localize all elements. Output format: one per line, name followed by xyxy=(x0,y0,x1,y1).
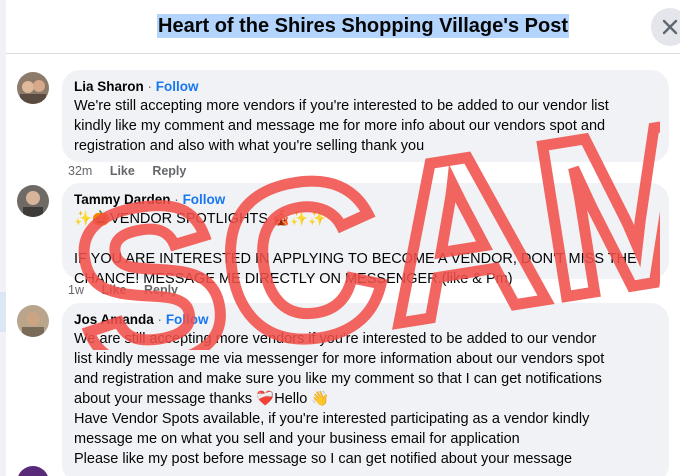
separator-dot: · xyxy=(147,79,153,94)
dialog-title: Heart of the Shires Shopping Village's P… xyxy=(157,14,570,38)
comment-author[interactable]: Jos Amanda xyxy=(74,312,154,327)
follow-link[interactable]: Follow xyxy=(166,312,209,327)
post-dialog-header: Heart of the Shires Shopping Village's P… xyxy=(6,0,680,54)
like-button[interactable]: Like xyxy=(101,283,126,297)
close-icon xyxy=(662,19,678,35)
avatar[interactable] xyxy=(17,185,49,217)
comment-text: ✨🎃VENDOR SPOTLIGHTS 🎪✨✨ IF YOU ARE INTER… xyxy=(74,211,637,287)
comment-text: We're still accepting more vendors if yo… xyxy=(74,98,609,154)
comment-text: We are still accepting more vendors if y… xyxy=(74,331,605,467)
comment-timestamp[interactable]: 32m xyxy=(68,164,92,178)
background-strip xyxy=(0,0,6,476)
reply-button[interactable]: Reply xyxy=(144,283,178,297)
separator-dot: · xyxy=(174,192,179,207)
avatar[interactable] xyxy=(17,305,49,337)
comment-bubble: Tammy Darden · Follow ✨🎃VENDOR SPOTLIGHT… xyxy=(62,183,669,287)
comment-actions: 1w Like Reply xyxy=(68,283,192,297)
comment-bubble: Lia Sharon · Follow We're still acceptin… xyxy=(62,70,669,162)
reply-button[interactable]: Reply xyxy=(152,164,186,178)
avatar[interactable] xyxy=(17,72,49,104)
comment-author[interactable]: Tammy Darden xyxy=(74,192,171,207)
separator-dot: · xyxy=(157,312,163,327)
comment-timestamp[interactable]: 1w xyxy=(68,283,84,297)
avatar[interactable] xyxy=(17,466,49,476)
background-highlight xyxy=(0,292,6,332)
follow-link[interactable]: Follow xyxy=(183,192,226,207)
close-button[interactable] xyxy=(651,8,680,46)
like-button[interactable]: Like xyxy=(110,164,135,178)
follow-link[interactable]: Follow xyxy=(156,79,199,94)
comment-bubble: Jos Amanda · Follow We are still accepti… xyxy=(62,303,669,476)
comment-author[interactable]: Lia Sharon xyxy=(74,79,144,94)
comment-actions: 32m Like Reply xyxy=(68,164,200,178)
